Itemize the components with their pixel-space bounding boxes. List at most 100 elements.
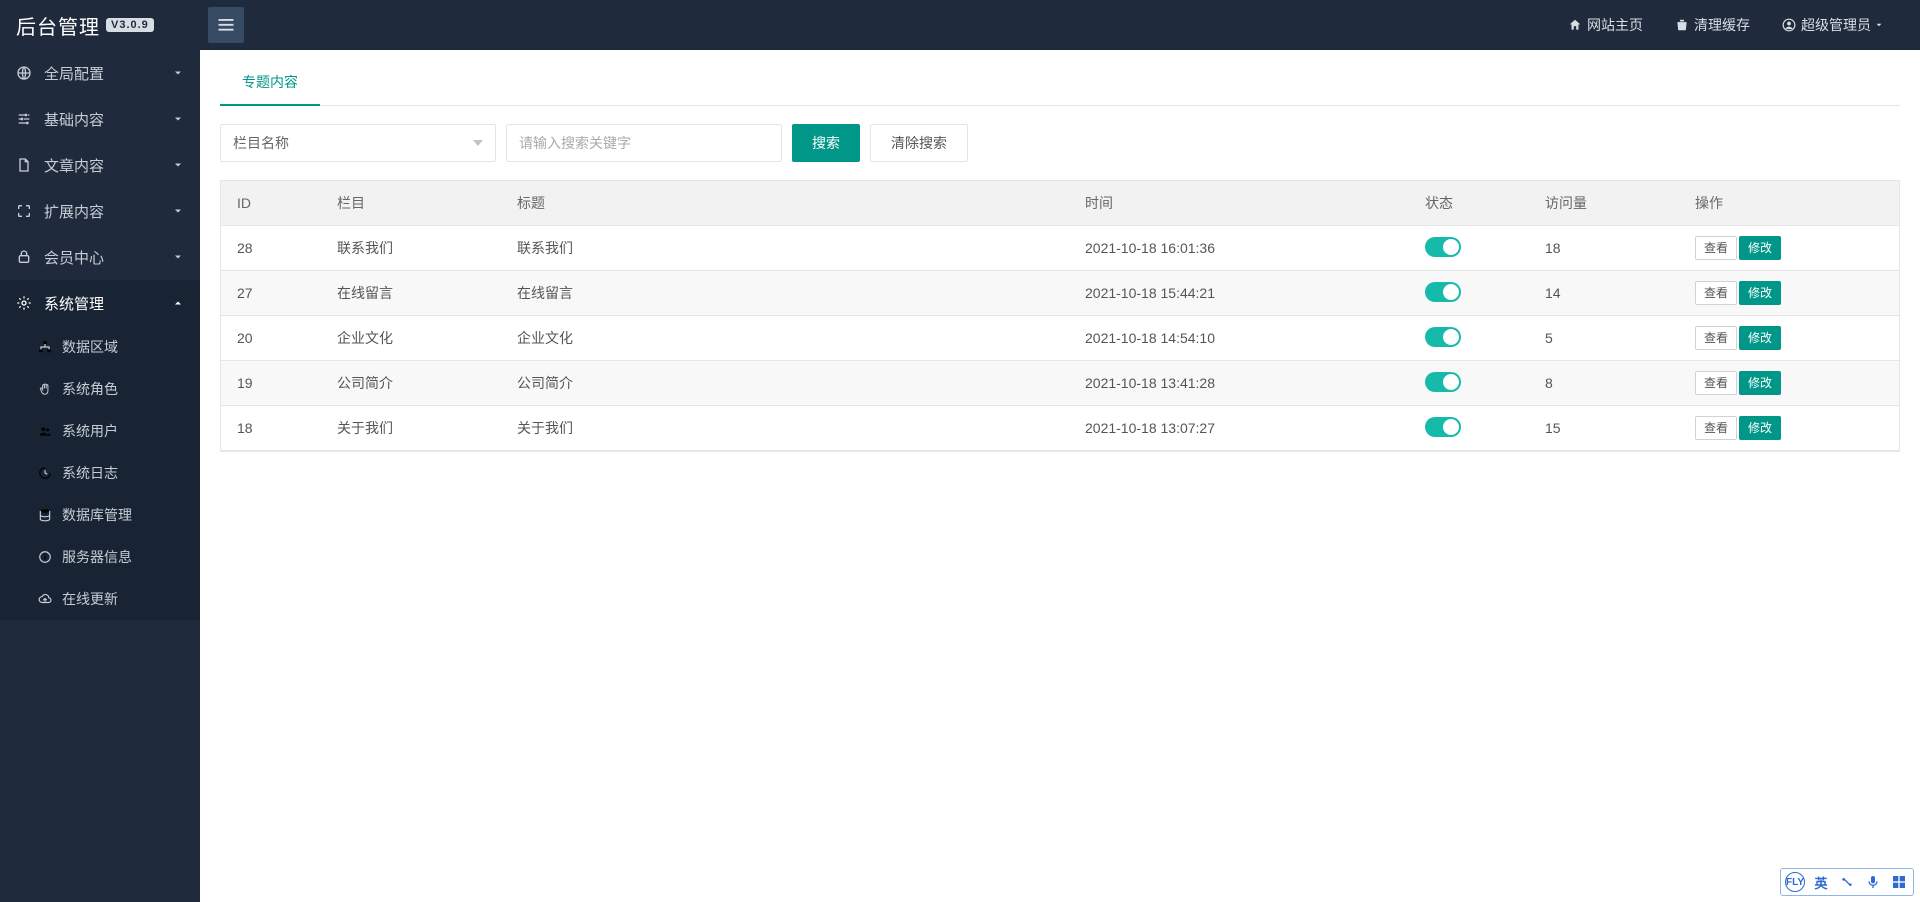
cell-time: 2021-10-18 13:41:28 bbox=[1069, 361, 1409, 406]
sidebar-item-label: 文章内容 bbox=[44, 155, 104, 176]
user-menu[interactable]: 超级管理员 bbox=[1766, 0, 1900, 50]
sidebar-subitem-db[interactable]: 数据库管理 bbox=[0, 494, 200, 536]
sidebar-subitem-server[interactable]: 服务器信息 bbox=[0, 536, 200, 578]
ime-lang-toggle[interactable]: 英 bbox=[1811, 872, 1831, 892]
state-switch[interactable] bbox=[1425, 237, 1461, 257]
cell-id: 20 bbox=[221, 316, 321, 361]
view-button[interactable]: 查看 bbox=[1695, 236, 1737, 260]
category-select[interactable]: 栏目名称 bbox=[220, 124, 496, 162]
chevron-down-icon bbox=[172, 159, 184, 171]
cell-cat: 关于我们 bbox=[321, 406, 501, 451]
th-views: 访问量 bbox=[1529, 181, 1679, 226]
topbar: 后台管理 V3.0.9 网站主页 清理缓存 超级管理员 bbox=[0, 0, 1920, 50]
filter-bar: 栏目名称 搜索 清除搜索 bbox=[220, 124, 1900, 162]
ime-mic-icon[interactable] bbox=[1863, 872, 1883, 892]
table-row: 18关于我们关于我们2021-10-18 13:07:2715查看修改 bbox=[221, 406, 1899, 451]
state-switch[interactable] bbox=[1425, 372, 1461, 392]
view-button[interactable]: 查看 bbox=[1695, 371, 1737, 395]
cell-cat: 公司简介 bbox=[321, 361, 501, 406]
cell-id: 19 bbox=[221, 361, 321, 406]
nav-cache-label: 清理缓存 bbox=[1694, 15, 1750, 35]
view-button[interactable]: 查看 bbox=[1695, 416, 1737, 440]
main-content: 专题内容 栏目名称 搜索 清除搜索 ID 栏目 标题 时间 状态 访问量 操作 bbox=[200, 50, 1920, 902]
cell-time: 2021-10-18 14:54:10 bbox=[1069, 316, 1409, 361]
sidebar-item-ext[interactable]: 扩展内容 bbox=[0, 188, 200, 234]
table-row: 28联系我们联系我们2021-10-18 16:01:3618查看修改 bbox=[221, 226, 1899, 271]
sidebar-item-label: 扩展内容 bbox=[44, 201, 104, 222]
view-button[interactable]: 查看 bbox=[1695, 281, 1737, 305]
sidebar-submenu-system: 数据区域系统角色系统用户系统日志数据库管理服务器信息在线更新 bbox=[0, 326, 200, 620]
sidebar-item-article[interactable]: 文章内容 bbox=[0, 142, 200, 188]
state-switch[interactable] bbox=[1425, 327, 1461, 347]
lock-icon bbox=[16, 249, 32, 265]
cell-title: 联系我们 bbox=[501, 226, 1069, 271]
gear-icon bbox=[16, 295, 32, 311]
history-icon bbox=[38, 466, 52, 480]
caret-down-icon bbox=[1874, 20, 1884, 30]
sidebar-toggle-button[interactable] bbox=[208, 7, 244, 43]
cell-state bbox=[1409, 361, 1529, 406]
edit-button[interactable]: 修改 bbox=[1739, 281, 1781, 305]
sidebar-item-label: 会员中心 bbox=[44, 247, 104, 268]
doc-icon bbox=[16, 157, 32, 173]
table-header-row: ID 栏目 标题 时间 状态 访问量 操作 bbox=[221, 181, 1899, 226]
cell-cat: 在线留言 bbox=[321, 271, 501, 316]
sidebar-item-base[interactable]: 基础内容 bbox=[0, 96, 200, 142]
chevron-down-icon bbox=[172, 251, 184, 263]
sidebar-subitem-role[interactable]: 系统角色 bbox=[0, 368, 200, 410]
cell-state bbox=[1409, 271, 1529, 316]
edit-button[interactable]: 修改 bbox=[1739, 371, 1781, 395]
cell-ops: 查看修改 bbox=[1679, 226, 1899, 271]
sidebar-subitem-update[interactable]: 在线更新 bbox=[0, 578, 200, 620]
cell-time: 2021-10-18 15:44:21 bbox=[1069, 271, 1409, 316]
ime-toolbar[interactable]: FLY 英 bbox=[1780, 868, 1914, 896]
cell-views: 5 bbox=[1529, 316, 1679, 361]
cell-state bbox=[1409, 316, 1529, 361]
edit-button[interactable]: 修改 bbox=[1739, 236, 1781, 260]
cell-title: 关于我们 bbox=[501, 406, 1069, 451]
view-button[interactable]: 查看 bbox=[1695, 326, 1737, 350]
edit-button[interactable]: 修改 bbox=[1739, 416, 1781, 440]
state-switch[interactable] bbox=[1425, 282, 1461, 302]
ime-dots-icon[interactable] bbox=[1837, 872, 1857, 892]
nav-home-link[interactable]: 网站主页 bbox=[1552, 0, 1659, 50]
tab-topic-content[interactable]: 专题内容 bbox=[220, 60, 320, 106]
sidebar-subitem-label: 在线更新 bbox=[62, 589, 118, 609]
edit-button[interactable]: 修改 bbox=[1739, 326, 1781, 350]
brand[interactable]: 后台管理 V3.0.9 bbox=[0, 0, 200, 50]
th-title: 标题 bbox=[501, 181, 1069, 226]
chevron-down-icon bbox=[172, 67, 184, 79]
sidebar-item-label: 基础内容 bbox=[44, 109, 104, 130]
user-circle-icon bbox=[1782, 18, 1796, 32]
ime-logo-icon[interactable]: FLY bbox=[1785, 872, 1805, 892]
sidebar-subitem-user[interactable]: 系统用户 bbox=[0, 410, 200, 452]
chevron-down-icon bbox=[172, 113, 184, 125]
data-table: ID 栏目 标题 时间 状态 访问量 操作 28联系我们联系我们2021-10-… bbox=[220, 180, 1900, 452]
sidebar-subitem-log[interactable]: 系统日志 bbox=[0, 452, 200, 494]
sidebar-item-label: 全局配置 bbox=[44, 63, 104, 84]
cell-id: 28 bbox=[221, 226, 321, 271]
cell-views: 15 bbox=[1529, 406, 1679, 451]
th-state: 状态 bbox=[1409, 181, 1529, 226]
clear-search-button[interactable]: 清除搜索 bbox=[870, 124, 968, 162]
ime-grid-icon[interactable] bbox=[1889, 872, 1909, 892]
cell-state bbox=[1409, 406, 1529, 451]
search-input[interactable] bbox=[506, 124, 782, 162]
users-icon bbox=[38, 424, 52, 438]
cell-title: 公司简介 bbox=[501, 361, 1069, 406]
user-name-label: 超级管理员 bbox=[1801, 15, 1871, 35]
cell-id: 27 bbox=[221, 271, 321, 316]
cell-cat: 企业文化 bbox=[321, 316, 501, 361]
globe-icon bbox=[16, 65, 32, 81]
th-ops: 操作 bbox=[1679, 181, 1899, 226]
cell-cat: 联系我们 bbox=[321, 226, 501, 271]
cell-ops: 查看修改 bbox=[1679, 316, 1899, 361]
sidebar-item-system[interactable]: 系统管理 bbox=[0, 280, 200, 326]
search-button[interactable]: 搜索 bbox=[792, 124, 860, 162]
sidebar-item-global[interactable]: 全局配置 bbox=[0, 50, 200, 96]
state-switch[interactable] bbox=[1425, 417, 1461, 437]
sidebar-item-member[interactable]: 会员中心 bbox=[0, 234, 200, 280]
nav-home-label: 网站主页 bbox=[1587, 15, 1643, 35]
sidebar-subitem-region[interactable]: 数据区域 bbox=[0, 326, 200, 368]
nav-clear-cache-link[interactable]: 清理缓存 bbox=[1659, 0, 1766, 50]
